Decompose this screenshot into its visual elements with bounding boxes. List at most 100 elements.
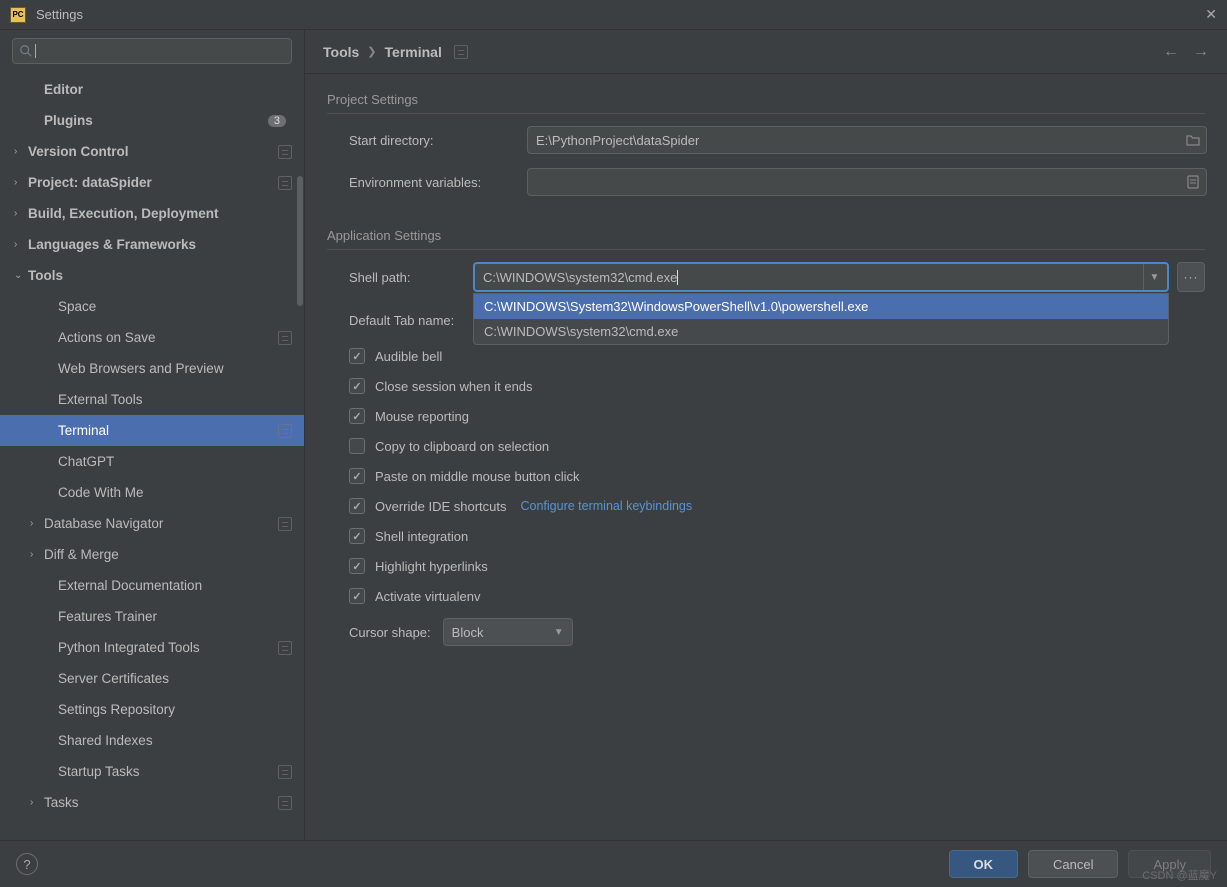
- window-title: Settings: [36, 7, 1205, 22]
- settings-sidebar: EditorPlugins3›Version Control›Project: …: [0, 30, 305, 840]
- sidebar-item-features-trainer[interactable]: Features Trainer: [0, 601, 304, 632]
- sidebar-item-label: Tasks: [44, 795, 278, 810]
- nav-back-icon[interactable]: ←: [1163, 43, 1179, 61]
- search-input[interactable]: [12, 38, 292, 64]
- project-scope-icon: [278, 517, 292, 531]
- sidebar-item-settings-repository[interactable]: Settings Repository: [0, 694, 304, 725]
- project-scope-icon: [454, 45, 468, 59]
- cursor-shape-value: Block: [452, 625, 484, 640]
- ok-button[interactable]: OK: [949, 850, 1019, 878]
- sidebar-item-external-documentation[interactable]: External Documentation: [0, 570, 304, 601]
- close-icon[interactable]: ✕: [1205, 6, 1217, 23]
- sidebar-item-server-certificates[interactable]: Server Certificates: [0, 663, 304, 694]
- cursor-shape-select[interactable]: Block ▼: [443, 618, 573, 646]
- chevron-right-icon: ›: [14, 208, 28, 219]
- breadcrumb-root[interactable]: Tools: [323, 44, 359, 60]
- breadcrumb-leaf: Terminal: [385, 44, 442, 60]
- checkbox[interactable]: [349, 408, 365, 424]
- sidebar-item-editor[interactable]: Editor: [0, 74, 304, 105]
- chevron-right-icon: ›: [14, 177, 28, 188]
- help-button[interactable]: ?: [16, 853, 38, 875]
- sidebar-item-startup-tasks[interactable]: Startup Tasks: [0, 756, 304, 787]
- sidebar-item-external-tools[interactable]: External Tools: [0, 384, 304, 415]
- settings-content: Tools ❯ Terminal ← → Project Settings St…: [305, 30, 1227, 840]
- sidebar-item-space[interactable]: Space: [0, 291, 304, 322]
- breadcrumb: Tools ❯ Terminal ← →: [305, 30, 1227, 74]
- checkbox-label: Audible bell: [375, 349, 442, 364]
- sidebar-item-label: Version Control: [28, 144, 278, 159]
- checkbox-row-highlight-hyperlinks: Highlight hyperlinks: [327, 558, 1205, 574]
- sidebar-item-terminal[interactable]: Terminal: [0, 415, 304, 446]
- sidebar-item-code-with-me[interactable]: Code With Me: [0, 477, 304, 508]
- chevron-right-icon: ›: [30, 549, 44, 560]
- sidebar-item-label: External Documentation: [58, 578, 292, 593]
- project-scope-icon: [278, 331, 292, 345]
- dropdown-option[interactable]: C:\WINDOWS\system32\cmd.exe: [474, 319, 1168, 344]
- shell-path-value: C:\WINDOWS\system32\cmd.exe: [483, 270, 677, 285]
- sidebar-item-label: Tools: [28, 268, 292, 283]
- checkbox-label: Close session when it ends: [375, 379, 533, 394]
- project-scope-icon: [278, 765, 292, 779]
- sidebar-item-label: Languages & Frameworks: [28, 237, 292, 252]
- sidebar-item-python-integrated-tools[interactable]: Python Integrated Tools: [0, 632, 304, 663]
- sidebar-item-label: ChatGPT: [58, 454, 292, 469]
- label-cursor-shape: Cursor shape:: [349, 625, 431, 640]
- checkbox-label: Paste on middle mouse button click: [375, 469, 580, 484]
- checkbox-row-mouse-reporting: Mouse reporting: [327, 408, 1205, 424]
- sidebar-item-label: Terminal: [58, 423, 278, 438]
- browse-button[interactable]: ···: [1177, 262, 1205, 292]
- shell-path-combobox[interactable]: C:\WINDOWS\system32\cmd.exe ▼: [473, 262, 1169, 292]
- checkbox-row-shell-integration: Shell integration: [327, 528, 1205, 544]
- checkbox[interactable]: [349, 348, 365, 364]
- sidebar-item-plugins[interactable]: Plugins3: [0, 105, 304, 136]
- sidebar-item-label: Features Trainer: [58, 609, 292, 624]
- sidebar-item-label: Python Integrated Tools: [58, 640, 278, 655]
- checkbox[interactable]: [349, 378, 365, 394]
- env-variables-input[interactable]: [527, 168, 1207, 196]
- checkbox-label: Copy to clipboard on selection: [375, 439, 549, 454]
- scrollbar-thumb[interactable]: [297, 176, 303, 306]
- sidebar-item-label: Space: [58, 299, 292, 314]
- sidebar-item-chatgpt[interactable]: ChatGPT: [0, 446, 304, 477]
- project-scope-icon: [278, 796, 292, 810]
- sidebar-item-actions-on-save[interactable]: Actions on Save: [0, 322, 304, 353]
- dropdown-option[interactable]: C:\WINDOWS\System32\WindowsPowerShell\v1…: [474, 294, 1168, 319]
- project-scope-icon: [278, 176, 292, 190]
- chevron-right-icon: ›: [30, 797, 44, 808]
- sidebar-item-version-control[interactable]: ›Version Control: [0, 136, 304, 167]
- start-directory-input[interactable]: [527, 126, 1207, 154]
- sidebar-item-tools[interactable]: ⌄Tools: [0, 260, 304, 291]
- shell-path-dropdown: C:\WINDOWS\System32\WindowsPowerShell\v1…: [473, 293, 1169, 345]
- folder-browse-icon[interactable]: [1181, 127, 1205, 153]
- configure-keybindings-link[interactable]: Configure terminal keybindings: [521, 499, 693, 513]
- checkbox[interactable]: [349, 498, 365, 514]
- checkbox[interactable]: [349, 438, 365, 454]
- chevron-down-icon[interactable]: ▼: [1143, 264, 1165, 290]
- project-scope-icon: [278, 641, 292, 655]
- sidebar-item-build-execution-deployment[interactable]: ›Build, Execution, Deployment: [0, 198, 304, 229]
- dialog-footer: ? OK Cancel Apply: [0, 840, 1227, 887]
- nav-forward-icon[interactable]: →: [1193, 43, 1209, 61]
- sidebar-item-diff-merge[interactable]: ›Diff & Merge: [0, 539, 304, 570]
- sidebar-item-label: Settings Repository: [58, 702, 292, 717]
- sidebar-item-label: Database Navigator: [44, 516, 278, 531]
- sidebar-item-label: Shared Indexes: [58, 733, 292, 748]
- sidebar-item-database-navigator[interactable]: ›Database Navigator: [0, 508, 304, 539]
- sidebar-item-tasks[interactable]: ›Tasks: [0, 787, 304, 818]
- sidebar-item-languages-frameworks[interactable]: ›Languages & Frameworks: [0, 229, 304, 260]
- project-scope-icon: [278, 145, 292, 159]
- sidebar-item-project-dataspider[interactable]: ›Project: dataSpider: [0, 167, 304, 198]
- sidebar-item-web-browsers-and-preview[interactable]: Web Browsers and Preview: [0, 353, 304, 384]
- watermark: CSDN @蓝魔Y: [1142, 867, 1217, 883]
- cancel-button[interactable]: Cancel: [1028, 850, 1118, 878]
- sidebar-item-shared-indexes[interactable]: Shared Indexes: [0, 725, 304, 756]
- checkbox[interactable]: [349, 468, 365, 484]
- sidebar-item-label: Editor: [44, 82, 292, 97]
- chevron-down-icon: ▼: [554, 627, 564, 638]
- env-edit-icon[interactable]: [1181, 169, 1205, 195]
- label-start-directory: Start directory:: [327, 133, 527, 148]
- checkbox[interactable]: [349, 558, 365, 574]
- checkbox[interactable]: [349, 528, 365, 544]
- checkbox[interactable]: [349, 588, 365, 604]
- chevron-right-icon: ❯: [367, 45, 376, 58]
